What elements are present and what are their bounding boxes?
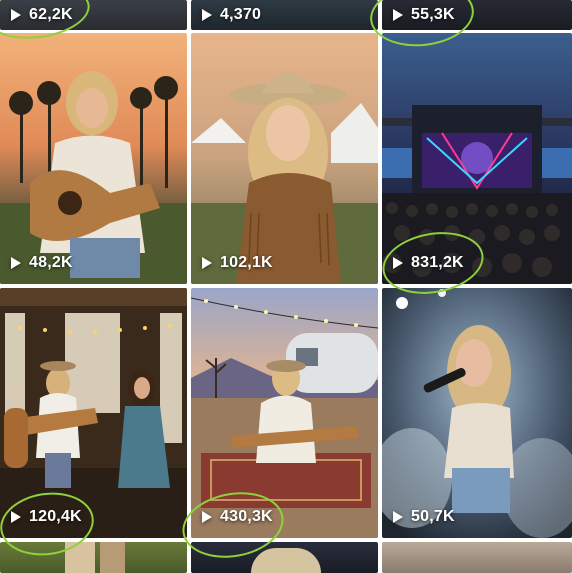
view-count: 430,3K: [220, 508, 273, 525]
view-count: 831,2K: [411, 254, 464, 271]
video-thumbnail[interactable]: 831,2K: [382, 33, 572, 284]
play-icon: [392, 8, 404, 22]
play-icon: [201, 510, 213, 524]
video-thumbnail[interactable]: 48,2K: [0, 33, 187, 284]
video-thumbnail[interactable]: 102,1K: [191, 33, 378, 284]
view-count: 102,1K: [220, 254, 273, 271]
play-icon: [201, 8, 213, 22]
view-count: 62,2K: [29, 6, 73, 23]
view-count: 120,4K: [29, 508, 82, 525]
video-thumbnail[interactable]: 55,3K: [382, 0, 572, 30]
play-icon: [10, 256, 22, 270]
view-count: 55,3K: [411, 6, 455, 23]
video-thumbnail[interactable]: [191, 542, 378, 573]
video-thumbnail[interactable]: 62,2K: [0, 0, 187, 30]
play-icon: [392, 510, 404, 524]
thumbnail-image: [0, 33, 187, 284]
play-icon: [392, 256, 404, 270]
video-thumbnail[interactable]: [382, 542, 572, 573]
thumbnail-image: [191, 33, 378, 284]
video-thumbnail[interactable]: 50,7K: [382, 288, 572, 538]
play-icon: [201, 256, 213, 270]
video-thumbnail[interactable]: 4,370: [191, 0, 378, 30]
video-thumbnail[interactable]: 120,4K: [0, 288, 187, 538]
view-count: 48,2K: [29, 254, 73, 271]
reels-grid: 62,2K 4,370 55,3K 48,2K 102,1K 831,2K 12…: [0, 0, 572, 573]
thumbnail-image: [0, 288, 187, 538]
video-thumbnail[interactable]: [0, 542, 187, 573]
thumbnail-image: [191, 288, 378, 538]
view-count: 4,370: [220, 6, 262, 23]
view-count: 50,7K: [411, 508, 455, 525]
video-thumbnail[interactable]: 430,3K: [191, 288, 378, 538]
play-icon: [10, 510, 22, 524]
thumbnail-image: [382, 288, 572, 538]
thumbnail-image: [382, 33, 572, 284]
play-icon: [10, 8, 22, 22]
